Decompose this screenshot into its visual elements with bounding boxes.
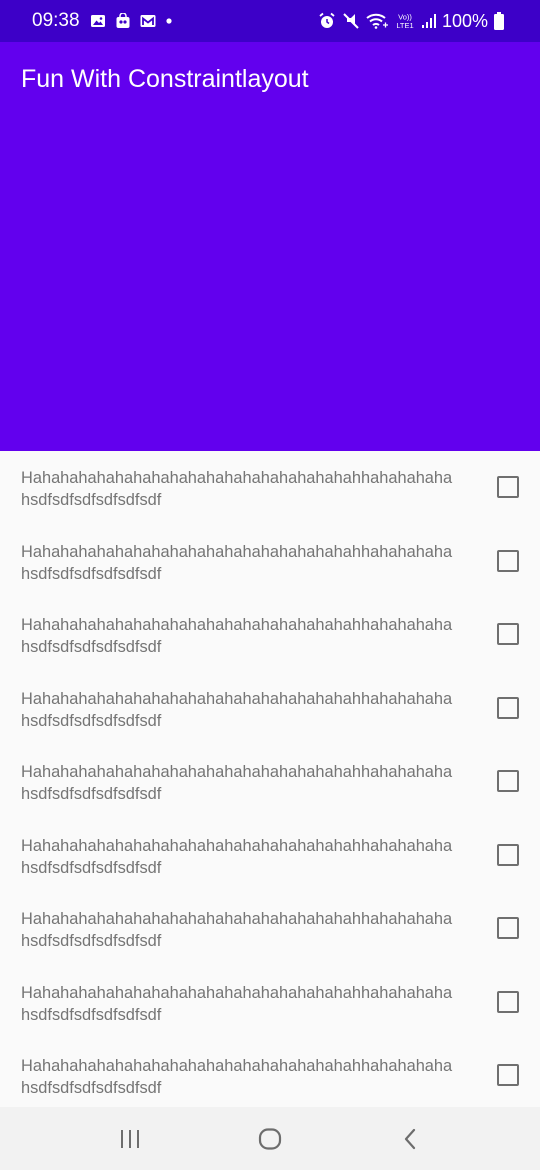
volte-icon: Vo)) LTE1 [394, 12, 416, 31]
item-line-2: hsdfsdfsdfsdfsdfsdf [21, 1005, 162, 1024]
item-text: Hahahahahahahahahahahahahahahahahahahhah… [21, 541, 481, 585]
list-item: Hahahahahahahahahahahahahahahahahahahhah… [0, 1039, 540, 1113]
list-item: Hahahahahahahahahahahahahahahahahahahhah… [0, 672, 540, 746]
item-checkbox[interactable] [497, 843, 519, 866]
item-line-1: Hahahahahahahahahahahahahahahahahahahhah… [21, 836, 453, 855]
item-text: Hahahahahahahahahahahahahahahahahahahhah… [21, 761, 481, 805]
dot-icon [165, 17, 173, 25]
list-item: Hahahahahahahahahahahahahahahahahahahhah… [0, 745, 540, 819]
item-line-2: hsdfsdfsdfsdfsdfsdf [21, 711, 162, 730]
item-checkbox[interactable] [497, 623, 519, 645]
shopping-bag-icon [115, 13, 131, 29]
item-line-2: hsdfsdfsdfsdfsdfsdf [21, 564, 162, 583]
item-line-2: hsdfsdfsdfsdfsdfsdf [21, 491, 162, 509]
item-line-1: Hahahahahahahahahahahahahahahahahahahhah… [21, 542, 453, 561]
recent-apps-icon[interactable] [110, 1123, 150, 1155]
alarm-icon [318, 12, 336, 30]
navigation-bar [0, 1107, 540, 1170]
item-text: Hahahahahahahahahahahahahahahahahahahhah… [21, 982, 481, 1026]
item-line-1: Hahahahahahahahahahahahahahahahahahahhah… [21, 689, 453, 708]
item-line-2: hsdfsdfsdfsdfsdfsdf [21, 1079, 162, 1097]
mute-icon [342, 12, 360, 30]
back-icon[interactable] [390, 1123, 430, 1155]
item-line-2: hsdfsdfsdfsdfsdfsdf [21, 638, 162, 656]
item-line-1: Hahahahahahahahahahahahahahahahahahahhah… [21, 616, 453, 634]
item-checkbox[interactable] [497, 696, 519, 719]
item-checkbox[interactable] [497, 476, 519, 498]
item-line-2: hsdfsdfsdfsdfsdfsdf [21, 932, 162, 950]
item-line-1: Hahahahahahahahahahahahahahahahahahahhah… [21, 763, 453, 781]
item-list[interactable]: Hahahahahahahahahahahahahahahahahahahhah… [0, 451, 540, 1107]
item-line-2: hsdfsdfsdfsdfsdfsdf [21, 858, 162, 877]
item-text: Hahahahahahahahahahahahahahahahahahahhah… [21, 614, 481, 658]
item-text: Hahahahahahahahahahahahahahahahahahahhah… [21, 467, 481, 511]
item-checkbox[interactable] [497, 990, 519, 1013]
app-bar: Fun With Constraintlayout [0, 42, 540, 451]
item-line-2: hsdfsdfsdfsdfsdfsdf [21, 785, 162, 803]
home-icon[interactable] [250, 1123, 290, 1155]
item-checkbox[interactable] [497, 1064, 519, 1086]
wifi-icon [366, 13, 388, 29]
app-title: Fun With Constraintlayout [21, 65, 309, 93]
list-item: Hahahahahahahahahahahahahahahahahahahhah… [0, 598, 540, 672]
list-item: Hahahahahahahahahahahahahahahahahahahhah… [0, 966, 540, 1040]
gallery-icon [90, 13, 106, 29]
svg-text:LTE1: LTE1 [396, 21, 413, 30]
battery-percent: 100% [441, 10, 488, 31]
item-checkbox[interactable] [497, 917, 519, 939]
gmail-icon [140, 14, 156, 28]
item-line-1: Hahahahahahahahahahahahahahahahahahahhah… [21, 983, 453, 1002]
status-time: 09:38 [32, 10, 80, 31]
item-line-1: Hahahahahahahahahahahahahahahahahahahhah… [21, 469, 453, 487]
status-left: 09:38 [32, 10, 182, 32]
list-item: Hahahahahahahahahahahahahahahahahahahhah… [0, 451, 540, 525]
item-line-1: Hahahahahahahahahahahahahahahahahahahhah… [21, 910, 453, 928]
item-text: Hahahahahahahahahahahahahahahahahahahhah… [21, 688, 481, 732]
list-item: Hahahahahahahahahahahahahahahahahahahhah… [0, 525, 540, 599]
item-line-1: Hahahahahahahahahahahahahahahahahahahhah… [21, 1057, 453, 1075]
item-text: Hahahahahahahahahahahahahahahahahahahhah… [21, 908, 481, 952]
list-item: Hahahahahahahahahahahahahahahahahahahhah… [0, 819, 540, 893]
list-item: Hahahahahahahahahahahahahahahahahahahhah… [0, 892, 540, 966]
item-text: Hahahahahahahahahahahahahahahahahahahhah… [21, 835, 481, 879]
signal-icon [421, 13, 436, 29]
item-text: Hahahahahahahahahahahahahahahahahahahhah… [21, 1055, 481, 1099]
battery-icon [494, 12, 504, 30]
item-checkbox[interactable] [497, 770, 519, 792]
status-bar: 09:38 Vo)) LTE1 100% [0, 0, 540, 42]
item-checkbox[interactable] [497, 549, 519, 572]
status-right: Vo)) LTE1 100% [318, 11, 510, 32]
